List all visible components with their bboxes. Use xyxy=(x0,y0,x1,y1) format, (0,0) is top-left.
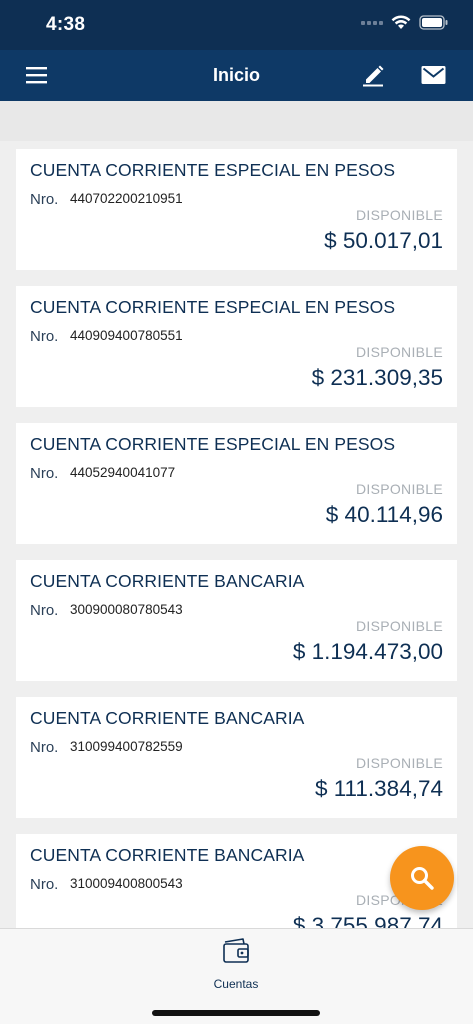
search-fab-button[interactable] xyxy=(390,846,454,910)
account-type: CUENTA CORRIENTE ESPECIAL EN PESOS xyxy=(30,297,396,317)
available-label: DISPONIBLE xyxy=(355,618,443,634)
account-number-label: Nro. xyxy=(30,465,59,482)
mail-icon xyxy=(421,66,446,84)
available-amount: $ 50.017,01 xyxy=(324,228,443,253)
account-number-label: Nro. xyxy=(30,602,59,619)
account-card[interactable]: CUENTA CORRIENTE BANCARIA Nro. 300900080… xyxy=(16,560,457,681)
account-card[interactable]: CUENTA CORRIENTE ESPECIAL EN PESOS Nro. … xyxy=(16,286,457,407)
tab-cuentas[interactable]: Cuentas xyxy=(196,937,276,991)
tab-bar: Cuentas xyxy=(0,928,473,1024)
account-card[interactable]: CUENTA CORRIENTE ESPECIAL EN PESOS Nro. … xyxy=(16,149,457,270)
wallet-icon xyxy=(223,938,249,963)
list-top-band xyxy=(0,101,473,141)
account-number: 310009400800543 xyxy=(70,876,183,891)
available-amount: $ 1.194.473,00 xyxy=(292,639,443,664)
available-amount: $ 111.384,74 xyxy=(314,776,443,801)
accounts-list[interactable]: CUENTA CORRIENTE ESPECIAL EN PESOS Nro. … xyxy=(0,101,473,928)
mail-button[interactable] xyxy=(421,64,446,86)
edit-button[interactable] xyxy=(362,63,386,87)
signal-icon xyxy=(361,20,383,25)
battery-icon xyxy=(419,15,448,30)
account-number: 44052940041077 xyxy=(70,465,176,480)
page-title: Inicio xyxy=(212,65,260,85)
account-type: CUENTA CORRIENTE BANCARIA xyxy=(30,571,305,591)
available-amount: $ 231.309,35 xyxy=(311,365,443,390)
account-type: CUENTA CORRIENTE BANCARIA xyxy=(30,708,305,728)
available-amount: $ 3.755.987,74 xyxy=(292,913,443,928)
account-type: CUENTA CORRIENTE ESPECIAL EN PESOS xyxy=(30,434,396,454)
account-type: CUENTA CORRIENTE BANCARIA xyxy=(30,845,305,865)
available-label: DISPONIBLE xyxy=(355,481,443,497)
available-label: DISPONIBLE xyxy=(355,344,443,360)
account-number: 440909400780551 xyxy=(70,328,183,343)
account-number-label: Nro. xyxy=(30,739,59,756)
status-time: 4:38 xyxy=(46,14,86,35)
account-number: 300900080780543 xyxy=(70,602,183,617)
account-card[interactable]: CUENTA CORRIENTE ESPECIAL EN PESOS Nro. … xyxy=(16,423,457,544)
status-icons xyxy=(361,15,449,30)
account-type: CUENTA CORRIENTE ESPECIAL EN PESOS xyxy=(30,160,396,180)
app: 4:38 Inicio CUENTA CORRIENTE ESPECIAL EN… xyxy=(0,0,473,1024)
account-number: 310099400782559 xyxy=(70,739,183,754)
account-number-label: Nro. xyxy=(30,328,59,345)
pencil-icon xyxy=(363,65,384,87)
tab-cuentas-label: Cuentas xyxy=(213,977,259,991)
app-header: Inicio xyxy=(0,50,473,101)
available-amount: $ 40.114,96 xyxy=(325,502,443,527)
available-label: DISPONIBLE xyxy=(355,207,443,223)
home-indicator xyxy=(152,1010,320,1016)
available-label: DISPONIBLE xyxy=(355,755,443,771)
account-number-label: Nro. xyxy=(30,191,59,208)
account-card[interactable]: CUENTA CORRIENTE BANCARIA Nro. 310099400… xyxy=(16,697,457,818)
account-number: 440702200210951 xyxy=(70,191,183,206)
wifi-icon xyxy=(391,15,411,29)
status-bar: 4:38 xyxy=(0,0,473,50)
search-icon xyxy=(411,867,434,890)
account-number-label: Nro. xyxy=(30,876,59,893)
